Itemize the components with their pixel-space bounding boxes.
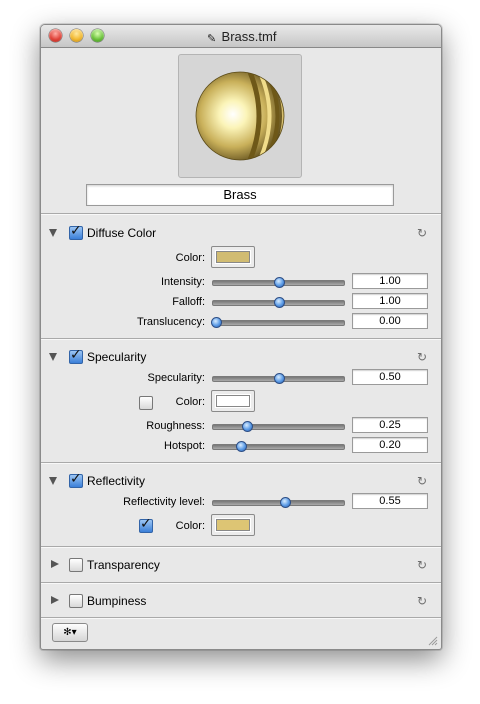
- section-divider: [41, 213, 441, 215]
- specularity-reset-icon[interactable]: ↻: [417, 351, 429, 363]
- intensity-label: Intensity:: [160, 276, 205, 288]
- intensity-value-field[interactable]: 1.00: [352, 273, 428, 289]
- translucency-label: Translucency:: [136, 316, 205, 328]
- reflectivity-level-slider-knob[interactable]: [279, 497, 291, 508]
- window-title: ✎ Brass.tmf: [41, 29, 441, 45]
- roughness-slider-knob[interactable]: [242, 421, 254, 432]
- bumpiness-reset-icon[interactable]: ↻: [417, 595, 429, 607]
- falloff-slider-knob[interactable]: [273, 297, 285, 308]
- hotspot-slider-knob[interactable]: [236, 441, 247, 452]
- material-preview: [178, 54, 302, 178]
- sphere-preview-image: [195, 71, 285, 161]
- specularity-slider[interactable]: [212, 373, 345, 384]
- document-icon: ✎: [206, 33, 217, 45]
- reflectivity-level-slider[interactable]: [212, 497, 345, 508]
- specularity-disclosure-triangle[interactable]: [49, 353, 57, 361]
- action-menu-button[interactable]: ✻▾: [52, 623, 88, 642]
- resize-grip-icon[interactable]: [428, 636, 438, 646]
- falloff-label: Falloff:: [172, 296, 205, 308]
- reflectivity-reset-icon[interactable]: ↻: [417, 475, 429, 487]
- diffuse-color-well[interactable]: [211, 246, 255, 268]
- reflectivity-level-label: Reflectivity level:: [123, 496, 205, 508]
- transparency-enabled-checkbox[interactable]: [69, 558, 83, 572]
- reflectivity-disclosure-triangle[interactable]: [49, 477, 57, 485]
- bumpiness-enabled-checkbox[interactable]: [69, 594, 83, 608]
- intensity-slider[interactable]: [212, 277, 345, 288]
- title-bar[interactable]: ✎ Brass.tmf: [41, 25, 441, 48]
- hotspot-label: Hotspot:: [164, 440, 205, 452]
- specularity-enabled-checkbox[interactable]: [69, 347, 83, 364]
- reflectivity-color-label: Color:: [175, 520, 205, 532]
- diffuse-section-title: Diffuse Color: [87, 226, 157, 240]
- falloff-value-field[interactable]: 1.00: [352, 293, 428, 309]
- reflectivity-level-value-field[interactable]: 0.55: [352, 493, 428, 509]
- falloff-slider[interactable]: [212, 297, 345, 308]
- specular-color-label: Color:: [175, 396, 205, 408]
- section-divider: [41, 338, 441, 340]
- roughness-value-field[interactable]: 0.25: [352, 417, 428, 433]
- reflectivity-section-title: Reflectivity: [87, 474, 146, 488]
- reflectivity-color-checkbox[interactable]: [139, 516, 153, 533]
- hotspot-value-field[interactable]: 0.20: [352, 437, 428, 453]
- window-title-text: Brass.tmf: [221, 29, 277, 44]
- reflectivity-color-well[interactable]: [211, 514, 255, 536]
- transparency-disclosure-triangle[interactable]: [51, 560, 59, 568]
- section-divider: [41, 462, 441, 464]
- specular-color-checkbox[interactable]: [139, 396, 153, 410]
- translucency-value-field[interactable]: 0.00: [352, 313, 428, 329]
- specularity-value-field[interactable]: 0.50: [352, 369, 428, 385]
- diffuse-color-label: Color:: [175, 252, 205, 264]
- section-divider: [41, 582, 441, 584]
- specularity-label: Specularity:: [147, 372, 205, 384]
- specularity-slider-knob[interactable]: [273, 373, 285, 384]
- specular-color-well[interactable]: [211, 390, 255, 412]
- diffuse-color-swatch: [216, 251, 250, 263]
- specular-color-swatch: [216, 395, 250, 407]
- transparency-reset-icon[interactable]: ↻: [417, 559, 429, 571]
- bumpiness-disclosure-triangle[interactable]: [51, 596, 59, 604]
- intensity-slider-knob[interactable]: [273, 277, 285, 288]
- transparency-section-title: Transparency: [87, 558, 160, 572]
- roughness-label: Roughness:: [146, 420, 205, 432]
- diffuse-reset-icon[interactable]: ↻: [417, 227, 429, 239]
- material-name-field[interactable]: Brass: [86, 184, 394, 206]
- diffuse-enabled-checkbox[interactable]: [69, 223, 83, 240]
- reflectivity-enabled-checkbox[interactable]: [69, 471, 83, 488]
- roughness-slider[interactable]: [212, 421, 345, 432]
- section-divider: [41, 546, 441, 548]
- bumpiness-section-title: Bumpiness: [87, 594, 147, 608]
- translucency-slider[interactable]: [211, 317, 345, 328]
- specularity-section-title: Specularity: [87, 350, 147, 364]
- reflectivity-color-swatch: [216, 519, 250, 531]
- diffuse-disclosure-triangle[interactable]: [49, 229, 57, 237]
- gear-icon: ✻▾: [63, 627, 77, 638]
- material-inspector-window: ✎ Brass.tmf Brass ✓ Diffuse Color ↻ Colo…: [40, 24, 442, 650]
- hotspot-slider[interactable]: [212, 441, 345, 452]
- translucency-slider-knob[interactable]: [211, 317, 222, 328]
- section-divider: [41, 617, 441, 619]
